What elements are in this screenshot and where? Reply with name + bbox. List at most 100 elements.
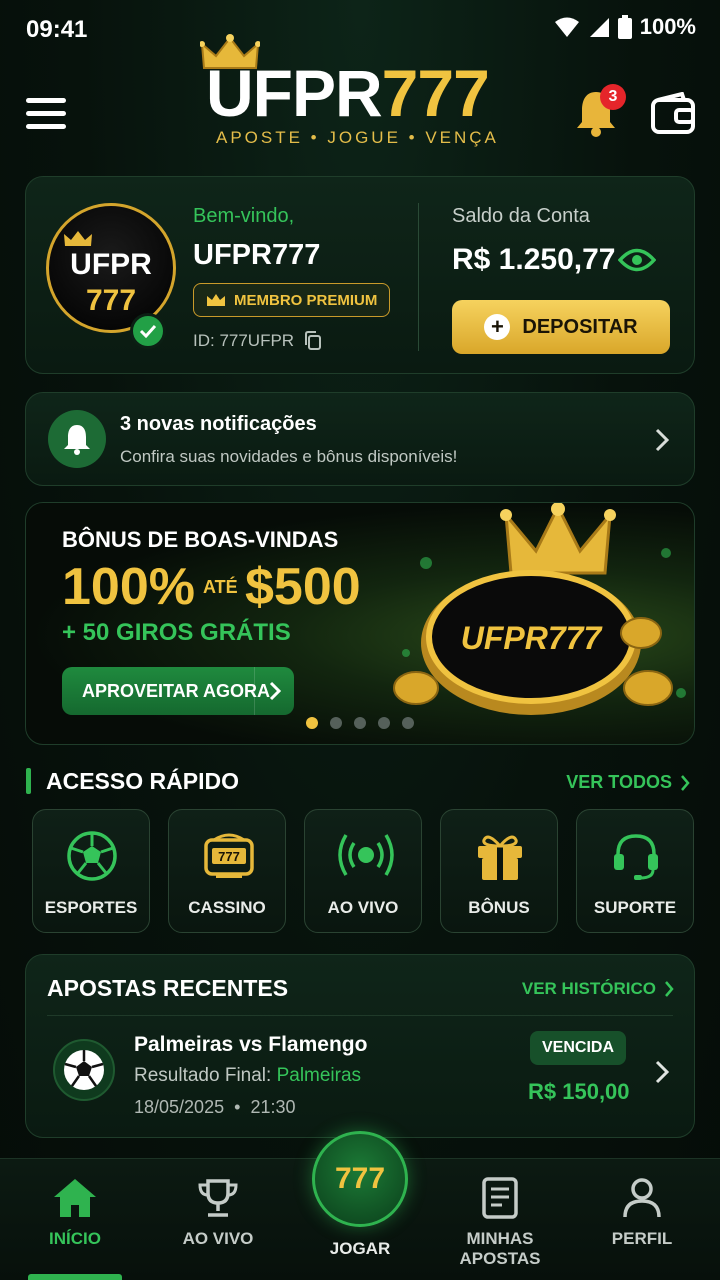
quick-live[interactable]: AO VIVO bbox=[304, 809, 422, 933]
quick-casino[interactable]: 777 CASSINO bbox=[168, 809, 286, 933]
status-icons: 100% bbox=[554, 14, 696, 40]
banner-artwork: UFPR777 bbox=[393, 503, 686, 715]
bet-date-separator: • bbox=[234, 1097, 241, 1117]
bet-date: 18/05/2025 bbox=[134, 1097, 225, 1117]
quick-label: CASSINO bbox=[188, 898, 266, 917]
history-link[interactable]: VER HISTÓRICO bbox=[522, 979, 674, 999]
live-broadcast-icon bbox=[338, 834, 394, 876]
username: UFPR777 bbox=[193, 239, 321, 271]
carousel-dot[interactable] bbox=[354, 717, 366, 729]
menu-icon bbox=[26, 98, 66, 103]
wallet-icon bbox=[651, 91, 695, 134]
carousel-dots bbox=[306, 717, 414, 729]
carousel-dot[interactable] bbox=[402, 717, 414, 729]
bet-status-badge: VENCIDA bbox=[530, 1031, 626, 1065]
verified-icon bbox=[130, 313, 166, 349]
wallet-button[interactable] bbox=[650, 91, 696, 136]
bet-amount: R$ 150,00 bbox=[528, 1079, 630, 1104]
eye-icon[interactable] bbox=[618, 247, 656, 273]
welcome-text: Bem-vindo, bbox=[193, 205, 295, 227]
home-icon bbox=[54, 1179, 96, 1217]
quick-access-grid: ESPORTES 777 CASSINO AO VIVO BÔNUS SUPOR… bbox=[32, 809, 694, 933]
menu-icon-line bbox=[26, 111, 66, 116]
avatar-text-top: UFPR bbox=[70, 248, 152, 281]
quick-access-title: ACESSO RÁPIDO bbox=[46, 768, 239, 794]
history-label: VER HISTÓRICO bbox=[521, 979, 656, 998]
logo-number: 777 bbox=[381, 56, 490, 130]
nav-active-indicator bbox=[28, 1274, 122, 1280]
copy-icon[interactable] bbox=[304, 331, 322, 351]
logo-tagline: APOSTE • JOGUE • VENÇA bbox=[216, 128, 499, 147]
banner-cta-label: APROVEITAR AGORA bbox=[82, 680, 271, 701]
signal-icon bbox=[589, 18, 609, 37]
chevron-right-icon bbox=[655, 428, 670, 452]
menu-button[interactable] bbox=[26, 98, 66, 130]
nav-my-bets[interactable]: MINHAS APOSTAS bbox=[425, 1177, 575, 1269]
slot-machine-icon: 777 bbox=[204, 833, 254, 878]
carousel-dot[interactable] bbox=[330, 717, 342, 729]
balance-label: Saldo da Conta bbox=[452, 205, 590, 227]
notifications-card[interactable]: 3 novas notificações Confira suas novida… bbox=[25, 392, 695, 486]
notifications-button[interactable]: 3 bbox=[574, 84, 626, 138]
nav-home[interactable]: INÍCIO bbox=[0, 1177, 150, 1249]
quick-label: SUPORTE bbox=[593, 898, 677, 917]
battery-percent: 100% bbox=[639, 14, 696, 39]
divider bbox=[418, 203, 419, 351]
gift-icon bbox=[478, 835, 522, 880]
notifications-subtitle: Confira suas novidades e bônus disponíve… bbox=[120, 447, 458, 466]
user-id: ID: 777UFPR bbox=[193, 331, 322, 351]
banner-cta-button[interactable]: APROVEITAR AGORA bbox=[62, 667, 294, 715]
bet-result-value: Palmeiras bbox=[276, 1065, 362, 1086]
logo-text: UFPR777 bbox=[206, 60, 490, 126]
profile-card: UFPR 777 Bem-vindo, UFPR777 MEMBRO PREMI… bbox=[25, 176, 695, 374]
bell-icon bbox=[48, 410, 106, 468]
quick-sports[interactable]: ESPORTES bbox=[32, 809, 150, 933]
premium-badge: MEMBRO PREMIUM bbox=[193, 283, 391, 317]
deposit-button[interactable]: + DEPOSITAR bbox=[452, 300, 670, 354]
nav-live[interactable]: AO VIVO bbox=[143, 1177, 293, 1249]
chevron-right-icon bbox=[655, 1060, 670, 1084]
chevron-right-icon bbox=[254, 667, 294, 715]
chevron-right-icon bbox=[681, 774, 690, 791]
bet-match: Palmeiras vs Flamengo bbox=[134, 1033, 368, 1056]
quick-bonus[interactable]: BÔNUS bbox=[440, 809, 558, 933]
banner-ate: ATÉ bbox=[203, 577, 238, 597]
brand-logo: UFPR777 APOSTE • JOGUE • VENÇA bbox=[200, 34, 500, 154]
section-accent bbox=[26, 768, 31, 794]
soccer-ball-icon bbox=[67, 831, 117, 881]
play-button[interactable]: 777 bbox=[312, 1131, 408, 1227]
banner-logo-text: UFPR777 bbox=[461, 620, 604, 656]
bottom-nav: INÍCIO AO VIVO 777 JOGAR MINHAS APOSTAS … bbox=[0, 1131, 720, 1280]
divider bbox=[47, 1015, 673, 1016]
banner-percent: 100% bbox=[62, 558, 195, 616]
nav-label: PERFIL bbox=[611, 1229, 673, 1248]
crown-icon bbox=[504, 503, 612, 575]
wifi-icon bbox=[554, 17, 579, 37]
bet-datetime: 18/05/2025 • 21:30 bbox=[134, 1097, 295, 1118]
see-all-link[interactable]: VER TODOS bbox=[566, 772, 690, 793]
avatar-text-bottom: 777 bbox=[85, 284, 137, 317]
quick-support[interactable]: SUPORTE bbox=[576, 809, 694, 933]
banner-amount: $500 bbox=[245, 558, 361, 616]
plus-icon: + bbox=[484, 314, 511, 340]
soccer-ball-icon bbox=[53, 1039, 115, 1101]
nav-label: INÍCIO bbox=[49, 1229, 101, 1248]
carousel-dot[interactable] bbox=[306, 717, 318, 729]
promo-banner[interactable]: BÔNUS DE BOAS-VINDAS 100% ATÉ $500 + 50 … bbox=[25, 502, 695, 745]
trophy-icon bbox=[198, 1179, 238, 1217]
carousel-dot[interactable] bbox=[378, 717, 390, 729]
banner-spins: + 50 GIROS GRÁTIS bbox=[62, 619, 291, 646]
balance-value: R$ 1.250,77 bbox=[452, 243, 616, 276]
avatar[interactable]: UFPR 777 bbox=[46, 203, 176, 333]
user-icon bbox=[623, 1178, 661, 1218]
quick-label: BÔNUS bbox=[468, 898, 530, 917]
logo-main: UFPR bbox=[206, 56, 383, 130]
bet-time: 21:30 bbox=[250, 1097, 296, 1117]
recent-bets-card: APOSTAS RECENTES VER HISTÓRICO Palmeiras… bbox=[25, 954, 695, 1138]
menu-icon-line bbox=[26, 124, 66, 129]
nav-profile[interactable]: PERFIL bbox=[567, 1177, 717, 1249]
nav-label: AO VIVO bbox=[182, 1229, 254, 1248]
status-time: 09:41 bbox=[26, 16, 88, 43]
banner-offer: 100% ATÉ $500 bbox=[62, 557, 361, 617]
recent-bets-title: APOSTAS RECENTES bbox=[47, 975, 289, 1001]
